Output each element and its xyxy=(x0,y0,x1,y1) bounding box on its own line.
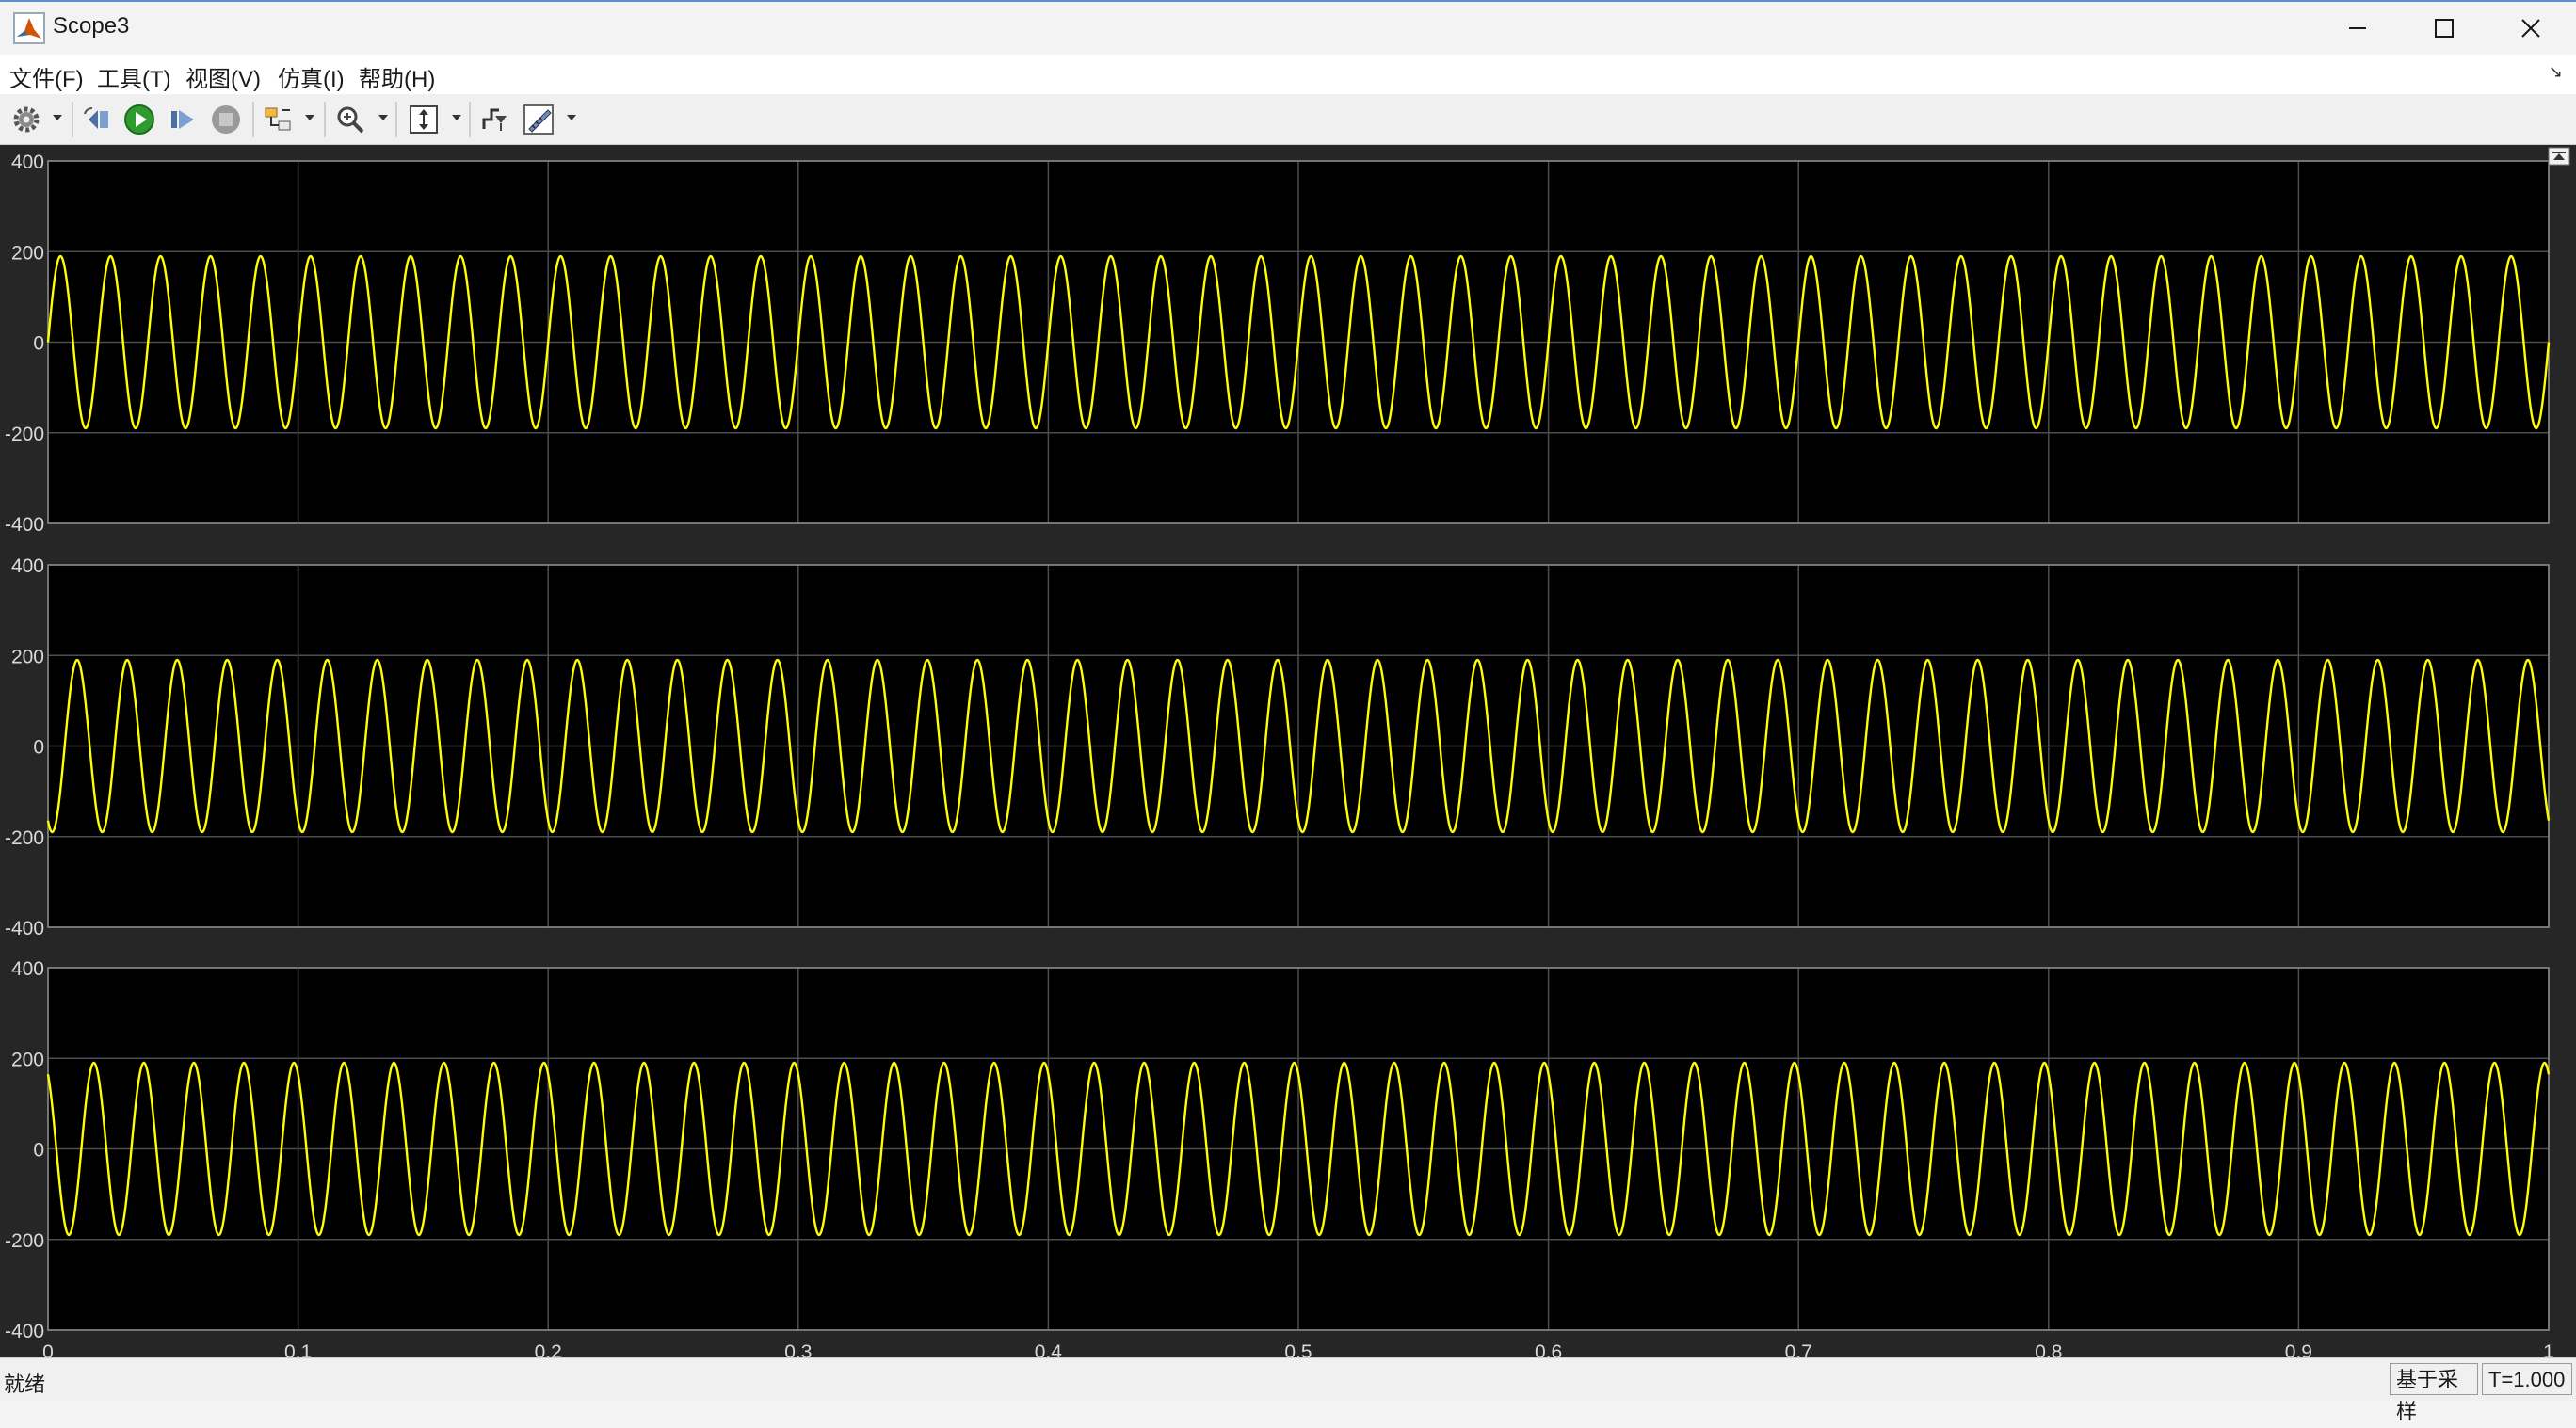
zoom-dropdown-arrow-icon[interactable] xyxy=(377,111,390,124)
close-icon xyxy=(2521,19,2540,38)
x-tick-label: 0.4 xyxy=(1035,1341,1063,1357)
toolbar-separator xyxy=(469,102,471,137)
step-back-icon xyxy=(84,107,108,129)
y-tick-label: -200 xyxy=(5,1230,44,1252)
toolbar-separator xyxy=(395,102,397,137)
y-tick-label: 0 xyxy=(33,1140,44,1162)
y-tick-label: 200 xyxy=(11,242,44,264)
zoom-in-icon xyxy=(337,106,364,134)
measurements-button[interactable] xyxy=(522,103,555,136)
y-tick-label: 400 xyxy=(11,958,44,980)
status-text: 就绪 xyxy=(4,1372,46,1396)
menu-file[interactable]: 文件(F) xyxy=(9,60,84,93)
step-forward-icon xyxy=(171,110,194,129)
maximize-button[interactable] xyxy=(2401,2,2487,55)
x-tick-label: 0.7 xyxy=(1785,1341,1812,1357)
minimize-button[interactable] xyxy=(2314,2,2401,55)
measurements-icon xyxy=(523,104,554,135)
triggers-icon xyxy=(482,108,507,131)
y-tick-label: -400 xyxy=(5,918,44,939)
axes-1[interactable]: 400 200 0 -200 -400 xyxy=(5,152,2551,536)
settings-button[interactable] xyxy=(9,103,43,136)
x-tick-label: 0.5 xyxy=(1284,1341,1312,1357)
maximize-icon xyxy=(2435,19,2454,38)
x-tick-label: 0.1 xyxy=(284,1341,312,1357)
settings-dropdown-arrow-icon[interactable] xyxy=(51,111,64,124)
close-button[interactable] xyxy=(2487,2,2574,55)
menu-simulation[interactable]: 仿真(I) xyxy=(278,60,345,93)
menu-view[interactable]: 视图(V) xyxy=(185,60,261,93)
x-tick-label: 0.8 xyxy=(2035,1341,2062,1357)
sample-mode-indicator: 基于采样 xyxy=(2390,1363,2478,1423)
autoscale-button[interactable] xyxy=(407,103,441,136)
toolbar-separator xyxy=(324,102,326,137)
window-title: Scope3 xyxy=(53,13,130,39)
highlight-dropdown-arrow-icon[interactable] xyxy=(303,111,316,124)
autoscale-icon xyxy=(410,105,438,134)
stop-button[interactable] xyxy=(209,103,243,136)
y-tick-label: 200 xyxy=(11,1049,44,1070)
settings-icon xyxy=(13,106,40,133)
undock-icon[interactable]: ↘ xyxy=(2549,62,2563,82)
y-tick-label: -200 xyxy=(5,424,44,445)
restore-layout-button[interactable] xyxy=(2548,147,2570,166)
matlab-logo-icon xyxy=(13,12,45,44)
toolbar xyxy=(0,94,2576,145)
axes-2[interactable]: 400 200 0 -200 -400 xyxy=(5,555,2551,939)
scope-plots[interactable]: 4002000-200-400 4002000-200-400 4002000-… xyxy=(0,145,2576,1363)
step-forward-button[interactable] xyxy=(166,103,200,136)
y-tick-label: -400 xyxy=(5,1321,44,1342)
x-tick-label: 1 xyxy=(2543,1341,2554,1357)
highlight-simulink-block-icon xyxy=(265,107,291,131)
highlight-block-button[interactable] xyxy=(262,103,296,136)
y-tick-label: -400 xyxy=(5,514,44,536)
y-tick-label: 0 xyxy=(33,333,44,355)
zoom-button[interactable] xyxy=(333,103,367,136)
axes-3[interactable]: 4002000-200-4000 0.1 0.2 0.3 0.4 0.5 0.6 0.7 0.8… xyxy=(5,958,2554,1363)
x-tick-label: 0.9 xyxy=(2285,1341,2312,1357)
x-tick-label: 0.2 xyxy=(535,1341,562,1357)
y-tick-label: 400 xyxy=(11,555,44,577)
y-tick-label: 0 xyxy=(33,737,44,759)
x-tick-label: 0.6 xyxy=(1535,1341,1562,1357)
toolbar-separator xyxy=(72,102,73,137)
menu-tools[interactable]: 工具(T) xyxy=(97,60,171,93)
minimize-icon xyxy=(2349,27,2366,29)
measurements-dropdown-arrow-icon[interactable] xyxy=(565,111,578,124)
y-tick-label: 400 xyxy=(11,152,44,173)
autoscale-dropdown-arrow-icon[interactable] xyxy=(450,111,463,124)
toolbar-separator xyxy=(252,102,254,137)
title-bar: Scope3 xyxy=(0,0,2576,55)
stop-icon xyxy=(212,105,240,134)
triggers-button[interactable] xyxy=(478,103,512,136)
x-tick-label: 0 xyxy=(42,1341,54,1357)
y-tick-label: -200 xyxy=(5,827,44,849)
menu-bar: 文件(F) 工具(T) 视图(V) 仿真(I) 帮助(H) ↘ xyxy=(0,55,2576,94)
run-button[interactable] xyxy=(122,103,156,136)
scope-plot-area: 400 200 0 -200 -400 400 200 0 -200 -400 400 200 0-… xyxy=(0,145,2576,1363)
status-bar: 就绪 基于采样 T=1.000 xyxy=(0,1357,2576,1423)
run-icon xyxy=(124,104,154,135)
simulation-time-indicator: T=1.000 xyxy=(2482,1363,2572,1395)
y-tick-label: 200 xyxy=(11,646,44,667)
step-back-button[interactable] xyxy=(81,103,115,136)
x-tick-label: 0.3 xyxy=(784,1341,812,1357)
menu-help[interactable]: 帮助(H) xyxy=(359,60,435,93)
